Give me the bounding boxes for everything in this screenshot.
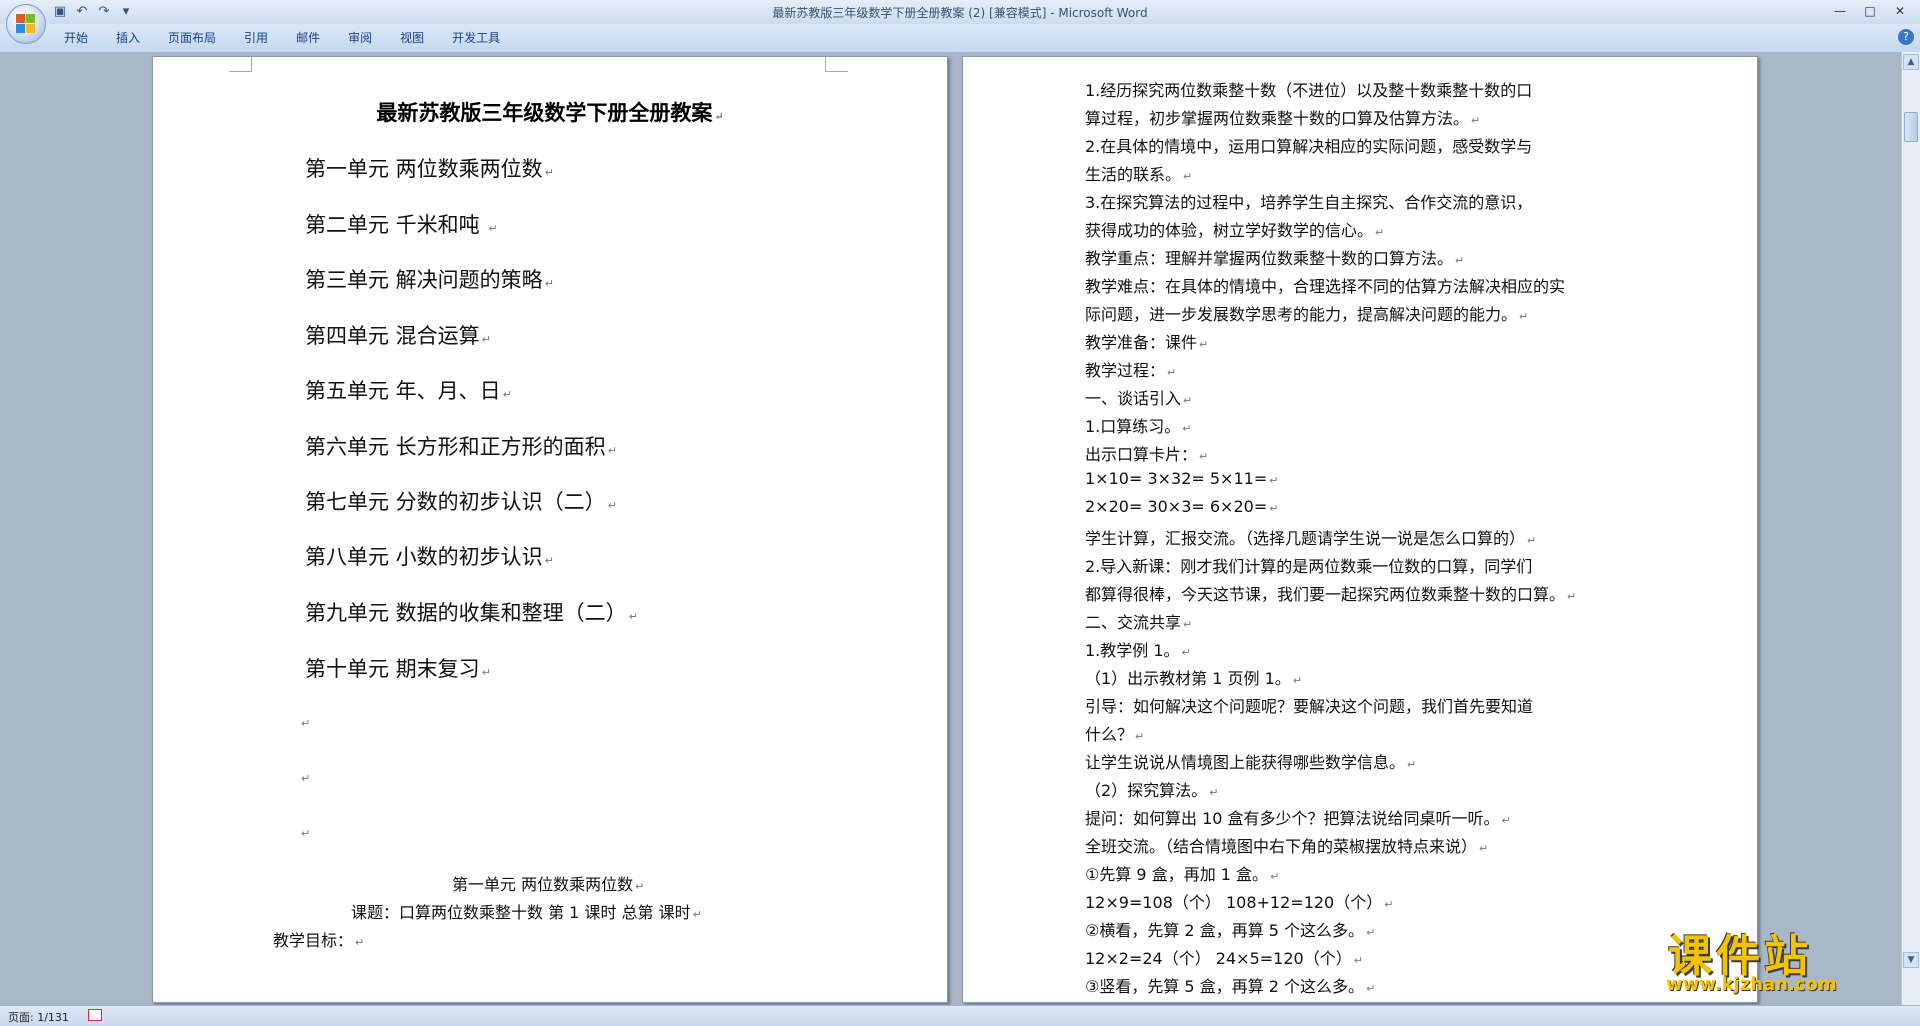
body-line: 学生计算，汇报交流。（选择几题请学生说一说是怎么口算的） ↵ xyxy=(1085,529,1537,548)
document-page-2[interactable]: 1.经历探究两位数乘整十数（不进位）以及整十数乘整十数的口 算过程，初步掌握两位… xyxy=(962,56,1758,1003)
tab-mailings[interactable]: 邮件 xyxy=(282,30,334,46)
tab-references[interactable]: 引用 xyxy=(230,30,282,46)
unit-line-4: 第四单元 混合运算 ↵ xyxy=(305,324,491,348)
body-line: 际问题，进一步发展数学思考的能力，提高解决问题的能力。 ↵ xyxy=(1085,305,1529,324)
body-line: 全班交流。（结合情境图中右下角的菜椒摆放特点来说） ↵ xyxy=(1085,837,1489,856)
body-line: 一、谈话引入 ↵ xyxy=(1085,389,1193,408)
body-line: 什么？ ↵ xyxy=(1085,725,1145,744)
body-line: （2）探究算法。 ↵ xyxy=(1085,781,1219,800)
unit-line-10: 第十单元 期末复习 ↵ xyxy=(305,657,491,681)
window-controls: — □ ✕ xyxy=(1826,2,1914,20)
unit-line-1: 第一单元 两位数乘两位数 ↵ xyxy=(305,157,554,181)
help-icon[interactable]: ? xyxy=(1898,29,1914,45)
document-title: 最新苏教版三年级数学下册全册教案 ↵ xyxy=(376,100,724,125)
goal-line: 教学目标： ↵ xyxy=(273,931,365,950)
empty-paragraph: ↵ xyxy=(301,827,311,840)
empty-paragraph: ↵ xyxy=(301,772,311,785)
body-line: 都算得很棒，今天这节课，我们要一起探究两位数乘整十数的口算。 ↵ xyxy=(1085,585,1577,604)
title-bar: ▣ ↶ ↷ ▾ 最新苏教版三年级数学下册全册教案 (2) [兼容模式] - Mi… xyxy=(0,0,1920,25)
unit-line-6: 第六单元 长方形和正方形的面积 ↵ xyxy=(305,435,617,459)
body-line: ③竖看，先算 5 盒，再算 2 个这么多。 ↵ xyxy=(1085,977,1376,996)
document-page-1[interactable]: 最新苏教版三年级数学下册全册教案 ↵ 第一单元 两位数乘两位数 ↵ 第二单元 千米和… xyxy=(152,56,948,1003)
lesson-line: 课题：口算两位数乘整十数 第 1 课时 总第 课时 ↵ xyxy=(351,903,702,922)
body-line: 2.导入新课：刚才我们计算的是两位数乘一位数的口算，同学们 xyxy=(1085,557,1533,576)
tab-page-layout[interactable]: 页面布局 xyxy=(154,30,230,46)
crop-mark xyxy=(825,57,848,72)
body-line: 获得成功的体验，树立学好数学的信心。 ↵ xyxy=(1085,221,1385,240)
office-logo-icon xyxy=(16,14,36,34)
body-line: 1×10= 3×32= 5×11= ↵ xyxy=(1085,469,1279,488)
unit-line-7: 第七单元 分数的初步认识（二） ↵ xyxy=(305,490,617,514)
body-line: 12×9=108（个） 108+12=120（个） ↵ xyxy=(1085,893,1394,912)
unit-line-5: 第五单元 年、月、日 ↵ xyxy=(305,379,512,403)
empty-paragraph: ↵ xyxy=(301,717,311,730)
window-title: 最新苏教版三年级数学下册全册教案 (2) [兼容模式] - Microsoft … xyxy=(772,6,1148,20)
body-line: 教学过程： ↵ xyxy=(1085,361,1177,380)
tab-developer[interactable]: 开发工具 xyxy=(438,30,514,46)
unit-line-2: 第二单元 千米和吨 ↵ xyxy=(305,213,498,237)
body-line: 2.在具体的情境中，运用口算解决相应的实际问题，感受数学与 xyxy=(1085,137,1533,156)
tab-view[interactable]: 视图 xyxy=(386,30,438,46)
unit-line-8: 第八单元 小数的初步认识 ↵ xyxy=(305,545,554,569)
ribbon-tab-bar: 开始 插入 页面布局 引用 邮件 审阅 视图 开发工具 ? xyxy=(0,24,1920,53)
body-line: ②横看，先算 2 盒，再算 5 个这么多。 ↵ xyxy=(1085,921,1376,940)
body-line: 算过程，初步掌握两位数乘整十数的口算及估算方法。 ↵ xyxy=(1085,109,1481,128)
watermark-url: www.kjzhan.com xyxy=(1666,974,1837,995)
body-line: 教学准备：课件 ↵ xyxy=(1085,333,1209,352)
body-line: （1）出示教材第 1 页例 1。 ↵ xyxy=(1085,669,1303,688)
body-line: 教学难点：在具体的情境中，合理选择不同的估算方法解决相应的实 xyxy=(1085,277,1566,296)
scroll-up-icon[interactable]: ▲ xyxy=(1903,54,1919,70)
body-line: 让学生说说从情境图上能获得哪些数学信息。 ↵ xyxy=(1085,753,1417,772)
body-line: 引导：如何解决这个问题呢？要解决这个问题，我们首先要知道 xyxy=(1085,697,1534,716)
body-line: 二、交流共享 ↵ xyxy=(1085,613,1193,632)
proofing-icon[interactable] xyxy=(88,1009,102,1021)
body-line: 12×2=24（个） 24×5=120（个） ↵ xyxy=(1085,949,1363,968)
body-line: 教学重点：理解并掌握两位数乘整十数的口算方法。 ↵ xyxy=(1085,249,1465,268)
body-line: 1.教学例 1。 ↵ xyxy=(1085,641,1191,660)
maximize-button[interactable]: □ xyxy=(1856,2,1884,20)
unit-line-9: 第九单元 数据的收集和整理（二） ↵ xyxy=(305,601,638,625)
body-line: 提问：如何算出 10 盒有多少个？把算法说给同桌听一听。 ↵ xyxy=(1085,809,1511,828)
body-line: 3.在探究算法的过程中，培养学生自主探究、合作交流的意识， xyxy=(1085,193,1533,212)
crop-mark xyxy=(229,57,252,72)
page-count[interactable]: 页面: 1/131 xyxy=(8,1009,69,1025)
body-line: 1.口算练习。 ↵ xyxy=(1085,417,1192,436)
body-line: ①先算 9 盒，再加 1 盒。 ↵ xyxy=(1085,865,1280,884)
watermark: 课件站 www.kjzhan.com xyxy=(1660,920,1915,1000)
tab-review[interactable]: 审阅 xyxy=(334,30,386,46)
tab-insert[interactable]: 插入 xyxy=(102,30,154,46)
unit-line-3: 第三单元 解决问题的策略 ↵ xyxy=(305,268,554,292)
body-line: 出示口算卡片： ↵ xyxy=(1085,445,1209,464)
body-line: 1.经历探究两位数乘整十数（不进位）以及整十数乘整十数的口 xyxy=(1085,81,1533,100)
ribbon-tabs: 开始 插入 页面布局 引用 邮件 审阅 视图 开发工具 xyxy=(50,30,514,46)
scroll-thumb[interactable] xyxy=(1904,112,1918,142)
tab-home[interactable]: 开始 xyxy=(50,30,102,46)
minimize-button[interactable]: — xyxy=(1826,2,1854,20)
body-line: 2×20= 30×3= 6×20= ↵ xyxy=(1085,497,1279,516)
section-title: 第一单元 两位数乘两位数 ↵ xyxy=(452,875,645,894)
vertical-scrollbar[interactable]: ▲ ▼ xyxy=(1901,52,1920,1005)
status-bar: 页面: 1/131 xyxy=(0,1005,1920,1026)
close-button[interactable]: ✕ xyxy=(1886,2,1914,20)
office-button[interactable] xyxy=(6,4,46,44)
body-line: 生活的联系。 ↵ xyxy=(1085,165,1193,184)
